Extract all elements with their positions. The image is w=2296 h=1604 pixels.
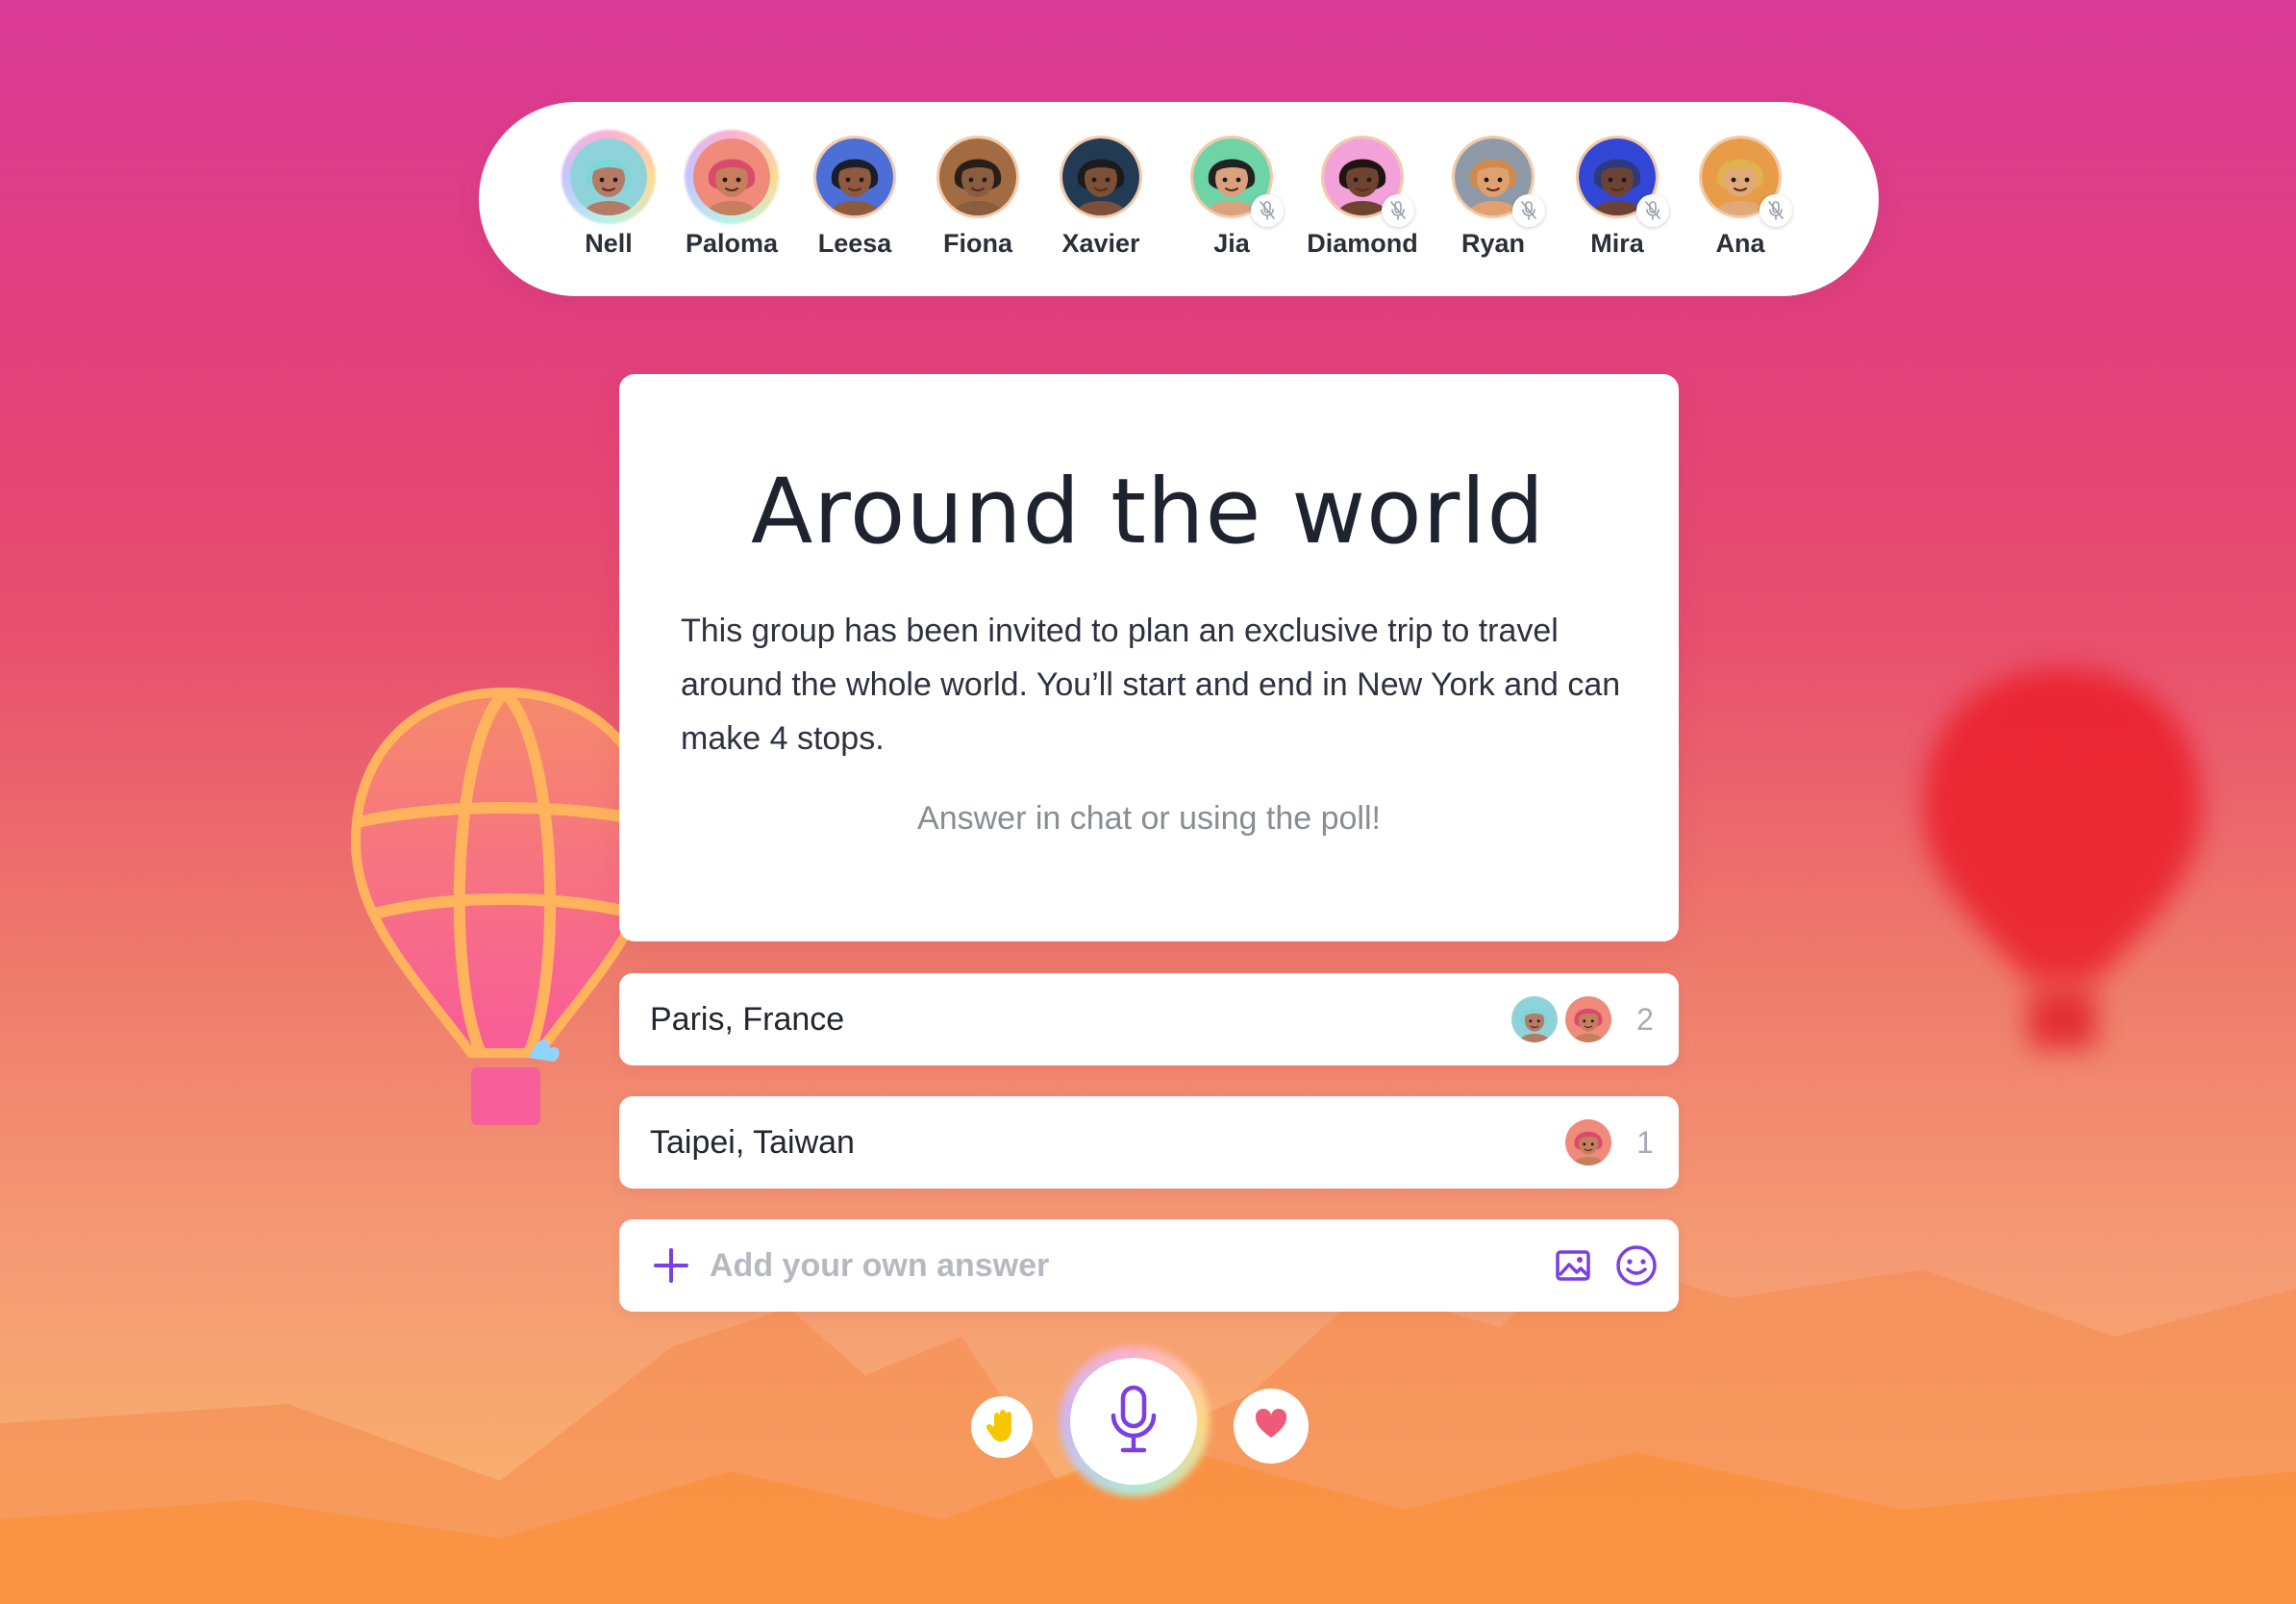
participant-name: Fiona	[943, 229, 1012, 258]
microphone-button[interactable]	[1070, 1358, 1197, 1485]
participant-name: Jia	[1213, 229, 1250, 258]
participant-name: Diamond	[1307, 229, 1418, 258]
poll-option-label: Taipei, Taiwan	[650, 1123, 855, 1161]
prompt-hint: Answer in chat or using the poll!	[917, 800, 1381, 837]
avatar	[1699, 136, 1792, 227]
participant-name: Ana	[1715, 229, 1765, 258]
avatar-image	[939, 138, 1016, 215]
avatar	[1190, 136, 1284, 227]
avatar-image	[1062, 138, 1139, 215]
participant[interactable]: Diamond	[1307, 136, 1418, 259]
add-answer-field[interactable]: Add your own answer	[619, 1219, 1679, 1312]
mic-off-icon	[1759, 194, 1792, 227]
voter-avatar	[1565, 1119, 1611, 1165]
mic-off-icon	[1512, 194, 1545, 227]
participant-name: Paloma	[685, 229, 779, 258]
avatar	[685, 130, 779, 224]
participant-name: Leesa	[817, 229, 892, 258]
participant[interactable]: Nell	[556, 130, 661, 259]
avatar	[1060, 136, 1142, 218]
vote-count: 2	[1636, 1001, 1654, 1037]
prompt-description: This group has been invited to plan an e…	[681, 613, 1621, 757]
poll-option[interactable]: Paris, France 2	[619, 973, 1679, 1065]
mic-off-icon	[1382, 194, 1414, 227]
smiley-icon[interactable]	[1615, 1244, 1658, 1287]
participant[interactable]: Ana	[1687, 136, 1793, 259]
participant[interactable]: Paloma	[679, 130, 785, 259]
participant[interactable]: Ryan	[1440, 136, 1546, 259]
poll-option[interactable]: Taipei, Taiwan 1	[619, 1096, 1679, 1189]
hot-air-balloon-illustration	[350, 688, 660, 1125]
participant[interactable]: Jia	[1179, 136, 1285, 259]
voter-avatar	[1511, 996, 1558, 1042]
prompt-title: Around the world	[750, 460, 1546, 564]
add-answer-placeholder[interactable]: Add your own answer	[710, 1247, 1552, 1285]
avatar	[562, 130, 656, 224]
participant-name: Mira	[1590, 229, 1644, 258]
participant[interactable]: Leesa	[802, 136, 908, 259]
participant[interactable]: Mira	[1564, 136, 1670, 259]
reaction-button[interactable]	[1234, 1389, 1309, 1464]
mic-off-icon	[1251, 194, 1284, 227]
participant[interactable]: Fiona	[925, 136, 1031, 259]
image-icon[interactable]	[1552, 1244, 1594, 1287]
avatar-image	[570, 138, 647, 215]
raise-hand-button[interactable]	[971, 1396, 1033, 1458]
avatar	[1321, 136, 1414, 227]
avatar	[936, 136, 1019, 218]
avatar	[1576, 136, 1669, 227]
avatar	[813, 136, 896, 218]
avatar-image	[816, 138, 893, 215]
avatar	[1452, 136, 1545, 227]
poll-option-label: Paris, France	[650, 1000, 845, 1038]
participant-name: Ryan	[1460, 229, 1526, 258]
participant-name: Nell	[585, 229, 633, 258]
vote-count: 1	[1636, 1124, 1654, 1160]
hot-air-balloon-blurred-illustration	[1923, 668, 2202, 1048]
microphone-icon	[1108, 1385, 1160, 1459]
heart-icon	[1255, 1408, 1287, 1444]
mic-off-icon	[1636, 194, 1669, 227]
participant-name: Xavier	[1061, 229, 1140, 258]
participant[interactable]: Xavier	[1048, 136, 1154, 259]
participants-bar: Nell Paloma Leesa Fiona Xavier Jia Diamond Ryan…	[479, 102, 1879, 296]
avatar-image	[693, 138, 770, 215]
plus-icon[interactable]	[652, 1246, 690, 1285]
voter-avatar	[1565, 996, 1611, 1042]
raised-hand-icon	[986, 1408, 1017, 1447]
